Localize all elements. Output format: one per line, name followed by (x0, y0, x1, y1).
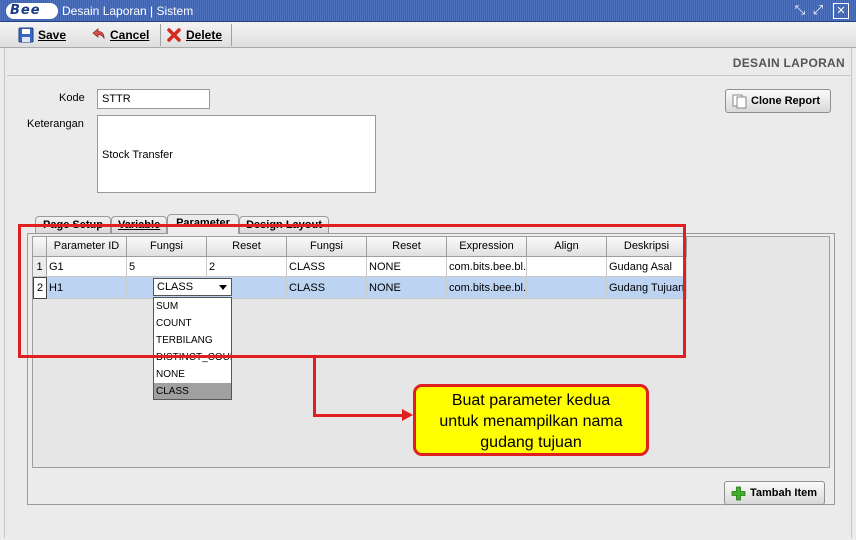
toolbar-separator (160, 24, 161, 46)
keterangan-textarea[interactable]: Stock Transfer (97, 115, 376, 193)
save-button[interactable]: Save (16, 25, 76, 45)
annotation-callout: Buat parameter kedua untuk menampilkan n… (413, 384, 649, 456)
annotation-arrow-icon (402, 409, 413, 421)
keterangan-label: Keterangan (27, 118, 84, 130)
kode-label: Kode (59, 92, 85, 104)
undo-arrow-icon (92, 28, 105, 40)
logo-text: Bee (10, 3, 41, 18)
copy-icon (732, 94, 747, 109)
window-title: Desain Laporan | Sistem (62, 4, 194, 18)
tambah-item-button[interactable]: Tambah Item (724, 481, 825, 505)
toolbar-separator (231, 24, 232, 46)
delete-button[interactable]: Delete (164, 25, 228, 45)
dropdown-option-class[interactable]: CLASS (154, 383, 231, 399)
delete-label: Delete (186, 28, 223, 42)
close-icon[interactable]: ✕ (833, 3, 849, 19)
save-label: Save (38, 28, 67, 42)
minimize-icon[interactable]: ⤡ (792, 3, 808, 19)
maximize-icon[interactable]: ⤢ (810, 3, 826, 19)
delete-x-icon (167, 28, 181, 42)
window-titlebar: Bee Desain Laporan | Sistem ⤡ ⤢ ✕ (0, 0, 856, 22)
tambah-item-label: Tambah Item (750, 487, 818, 499)
floppy-disk-icon (18, 27, 34, 43)
bee-logo: Bee (6, 3, 58, 19)
kode-input[interactable]: STTR (97, 89, 210, 109)
clone-report-button[interactable]: Clone Report (725, 89, 831, 113)
toolbar: Save Cancel Delete (0, 22, 856, 48)
clone-report-label: Clone Report (751, 95, 821, 107)
page-title: DESAIN LAPORAN (732, 56, 845, 70)
cancel-button[interactable]: Cancel (88, 25, 158, 45)
cancel-label: Cancel (110, 28, 150, 42)
title-divider (7, 75, 850, 76)
plus-icon (731, 486, 746, 501)
annotation-connector-line (313, 358, 316, 417)
annotation-highlight-box (18, 224, 686, 358)
dropdown-option-none[interactable]: NONE (154, 366, 231, 383)
annotation-connector-line (313, 414, 405, 417)
